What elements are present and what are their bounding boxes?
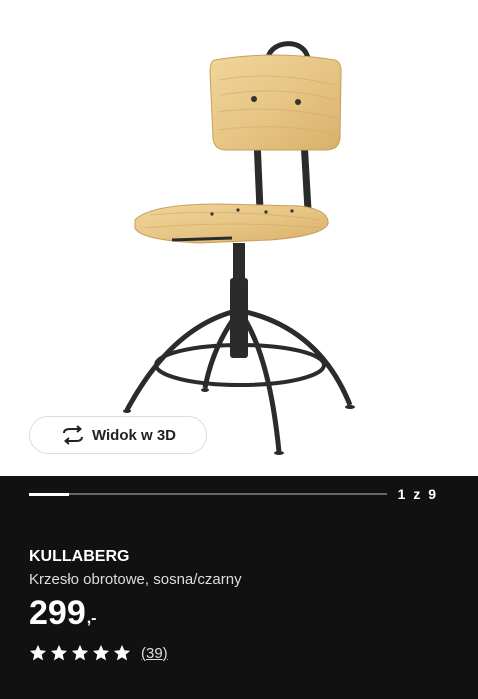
star-icon xyxy=(92,644,110,661)
star-icon xyxy=(50,644,68,661)
view-3d-button[interactable]: Widok w 3D xyxy=(29,416,207,454)
gallery-pager: 1 z 9 xyxy=(397,486,438,502)
gallery-progress-bar xyxy=(29,492,387,496)
star-icon xyxy=(71,644,89,661)
star-icon xyxy=(113,644,131,661)
product-name: KULLABERG xyxy=(29,548,130,565)
product-price: 299 ,- xyxy=(29,596,97,630)
rotate-3d-icon xyxy=(60,425,86,445)
product-image-area[interactable]: Widok w 3D xyxy=(0,0,478,476)
product-info-panel: 1 z 9 KULLABERG Krzesło obrotowe, sosna/… xyxy=(0,476,478,699)
product-image-chair xyxy=(123,41,355,455)
product-rating[interactable]: (39) xyxy=(29,644,168,662)
reviews-count-link[interactable]: (39) xyxy=(141,645,168,662)
gallery-progress-fill xyxy=(29,492,69,496)
price-decimal: ,- xyxy=(86,610,97,627)
product-description: Krzesło obrotowe, sosna/czarny xyxy=(29,571,242,588)
star-icon xyxy=(29,644,47,661)
price-integer: 299 xyxy=(29,594,86,632)
view-3d-label: Widok w 3D xyxy=(91,426,177,444)
